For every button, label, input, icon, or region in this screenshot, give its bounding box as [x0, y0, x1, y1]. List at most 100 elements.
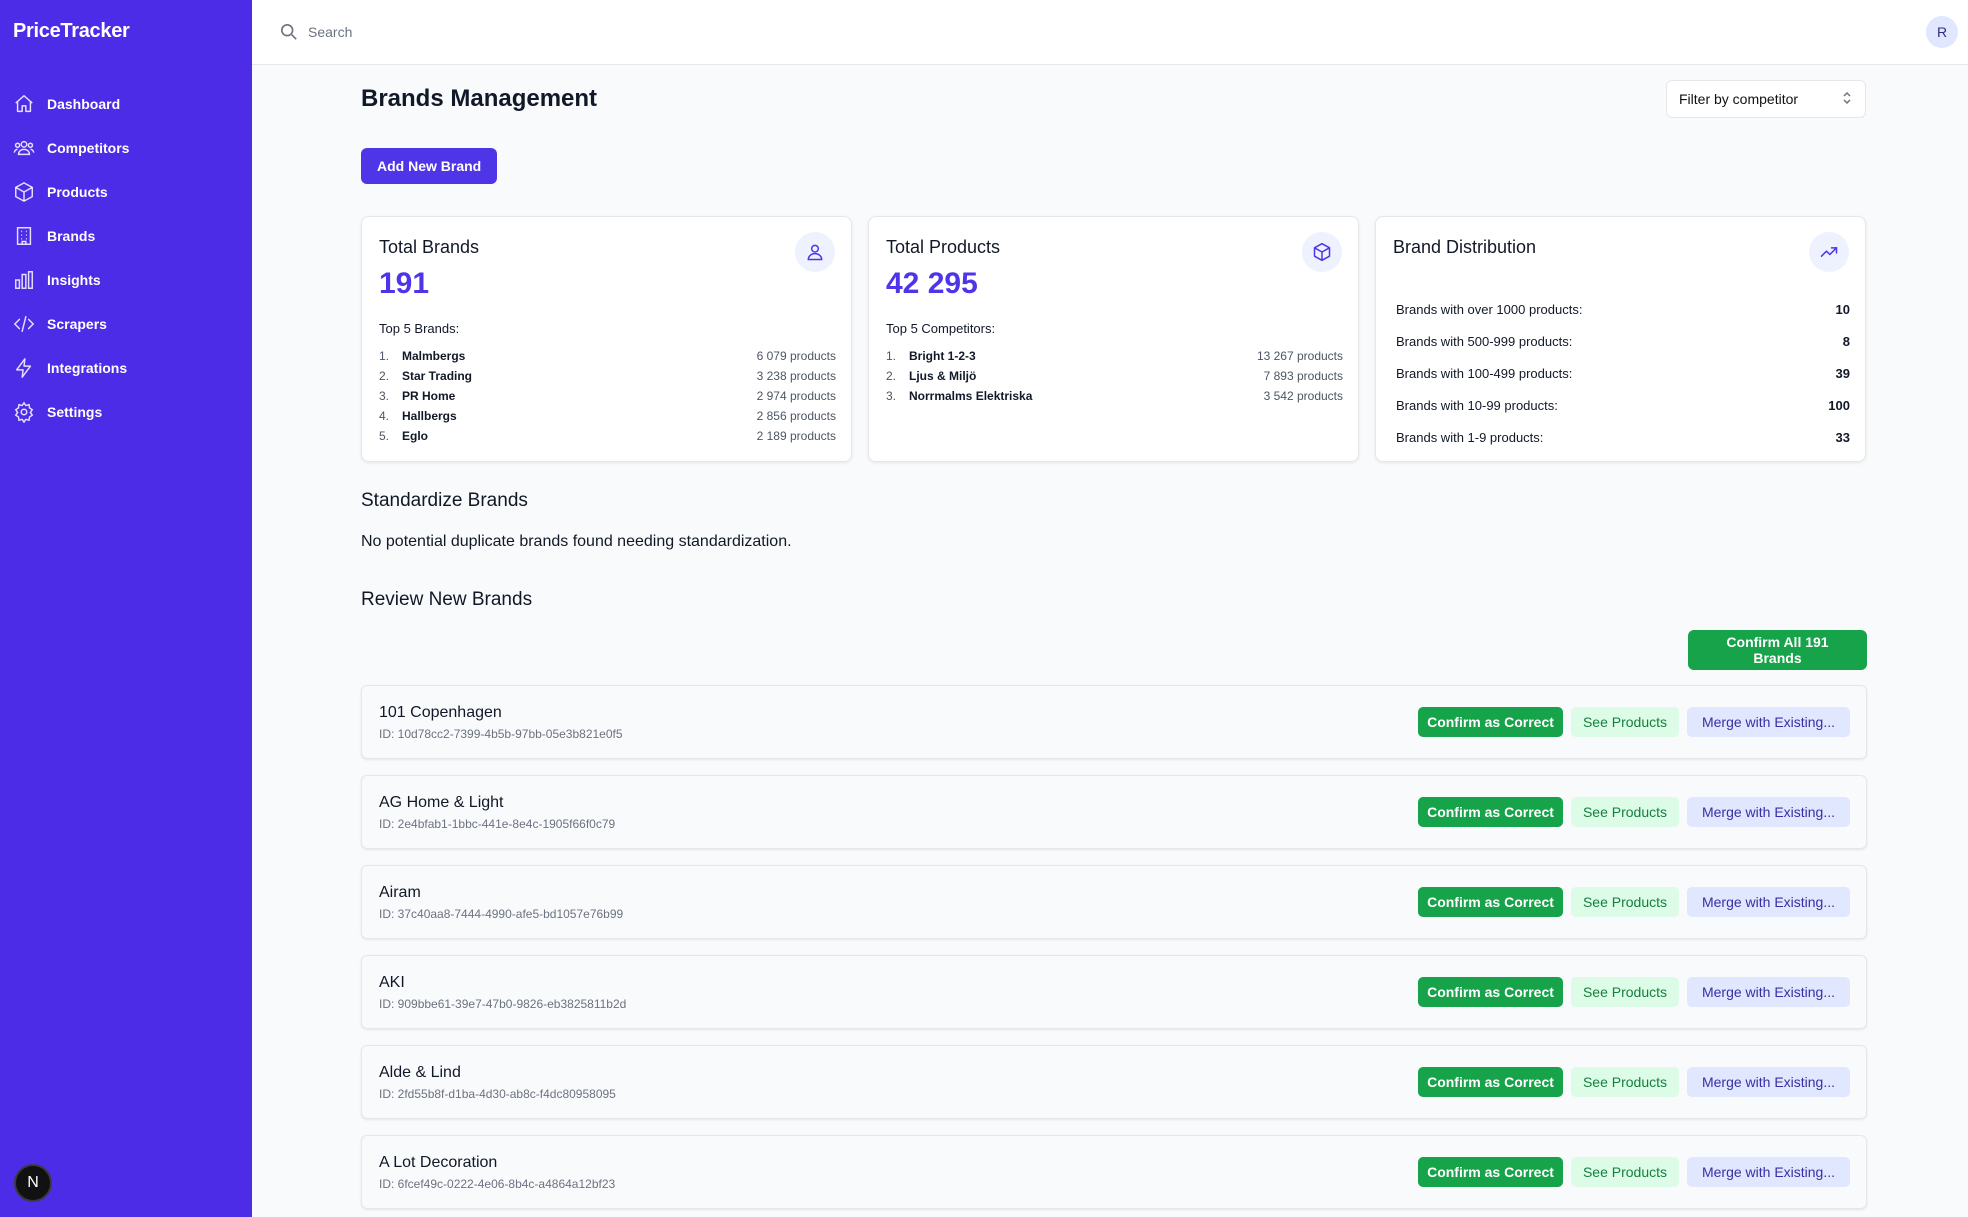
dev-tools-badge[interactable]: N	[14, 1164, 52, 1202]
brand-review-row: Alde & Lind ID: 2fd55b8f-d1ba-4d30-ab8c-…	[361, 1045, 1867, 1119]
code-icon	[13, 313, 35, 335]
card-title: Total Products	[886, 237, 1001, 257]
review-new-brands-heading: Review New Brands	[361, 589, 533, 610]
cube-icon	[1302, 232, 1342, 272]
card-subtitle: Top 5 Competitors:	[886, 321, 996, 336]
app-logo[interactable]: PriceTracker	[13, 20, 130, 43]
brand-review-row: AKI ID: 909bbe61-39e7-47b0-9826-eb382581…	[361, 955, 1867, 1029]
sidebar-item-settings[interactable]: Settings	[0, 390, 252, 434]
brand-name: 101 Copenhagen	[379, 704, 502, 721]
merge-with-existing-button[interactable]: Merge with Existing...	[1687, 1157, 1850, 1187]
card-subtitle: Top 5 Brands:	[379, 321, 460, 336]
list-item: 2. Star Trading 3 238 products	[379, 369, 836, 383]
list-item: Brands with 10-99 products: 100	[1396, 397, 1850, 413]
see-products-button[interactable]: See Products	[1571, 707, 1679, 737]
avatar[interactable]: R	[1926, 16, 1958, 48]
merge-with-existing-button[interactable]: Merge with Existing...	[1687, 977, 1850, 1007]
list-item: Brands with over 1000 products: 10	[1396, 301, 1850, 317]
user-icon	[795, 232, 835, 272]
see-products-button[interactable]: See Products	[1571, 1067, 1679, 1097]
total-brands-card: Total Brands 191 Top 5 Brands: 1. Malmber…	[361, 216, 852, 462]
brand-review-row: Airam ID: 37c40aa8-7444-4990-afe5-bd1057…	[361, 865, 1867, 939]
gear-icon	[13, 401, 35, 423]
brand-id: ID: 2e4bfab1-1bbc-441e-8e4c-1905f66f0c79	[379, 817, 616, 831]
sidebar-item-label: Integrations	[47, 360, 128, 376]
search-icon	[280, 23, 298, 41]
filter-label: Filter by competitor	[1679, 91, 1799, 107]
brand-name: Airam	[379, 884, 421, 901]
sidebar-item-dashboard[interactable]: Dashboard	[0, 82, 252, 126]
merge-with-existing-button[interactable]: Merge with Existing...	[1687, 887, 1850, 917]
list-item: 3. PR Home 2 974 products	[379, 389, 836, 403]
merge-with-existing-button[interactable]: Merge with Existing...	[1687, 797, 1850, 827]
confirm-as-correct-button[interactable]: Confirm as Correct	[1418, 887, 1563, 917]
confirm-as-correct-button[interactable]: Confirm as Correct	[1418, 1067, 1563, 1097]
brand-id: ID: 2fd55b8f-d1ba-4d30-ab8c-f4dc80958095	[379, 1087, 616, 1101]
sidebar-item-label: Scrapers	[47, 316, 107, 332]
merge-with-existing-button[interactable]: Merge with Existing...	[1687, 707, 1850, 737]
list-item: 3. Norrmalms Elektriska 3 542 products	[886, 389, 1343, 403]
list-item: Brands with 100-499 products: 39	[1396, 365, 1850, 381]
sidebar-item-label: Dashboard	[47, 96, 121, 112]
confirm-as-correct-button[interactable]: Confirm as Correct	[1418, 1157, 1563, 1187]
brand-name: A Lot Decoration	[379, 1154, 498, 1171]
see-products-button[interactable]: See Products	[1571, 887, 1679, 917]
home-icon	[13, 93, 35, 115]
see-products-button[interactable]: See Products	[1571, 797, 1679, 827]
list-item: 2. Ljus & Miljö 7 893 products	[886, 369, 1343, 383]
confirm-as-correct-button[interactable]: Confirm as Correct	[1418, 977, 1563, 1007]
topbar: R	[252, 0, 1968, 65]
confirm-as-correct-button[interactable]: Confirm as Correct	[1418, 707, 1563, 737]
trending-up-icon	[1809, 232, 1849, 272]
see-products-button[interactable]: See Products	[1571, 1157, 1679, 1187]
list-item: 1. Bright 1-2-3 13 267 products	[886, 349, 1343, 363]
sidebar-item-competitors[interactable]: Competitors	[0, 126, 252, 170]
bar-chart-icon	[13, 269, 35, 291]
distribution-list: Brands with over 1000 products: 10 Brands…	[1396, 293, 1850, 453]
sidebar-item-label: Competitors	[47, 140, 130, 156]
sidebar-item-integrations[interactable]: Integrations	[0, 346, 252, 390]
list-item: 4. Hallbergs 2 856 products	[379, 409, 836, 423]
list-item: Brands with 1-9 products: 33	[1396, 429, 1850, 445]
list-item: Brands with 500-999 products: 8	[1396, 333, 1850, 349]
search-input[interactable]	[308, 18, 908, 46]
add-new-brand-button[interactable]: Add New Brand	[361, 148, 498, 184]
standardize-message: No potential duplicate brands found need…	[361, 533, 792, 550]
standardize-brands-heading: Standardize Brands	[361, 490, 528, 511]
brand-review-row: 101 Copenhagen ID: 10d78cc2-7399-4b5b-97…	[361, 685, 1867, 759]
card-title: Total Brands	[379, 237, 480, 257]
brand-id: ID: 909bbe61-39e7-47b0-9826-eb3825811b2d	[379, 997, 627, 1011]
confirm-as-correct-button[interactable]: Confirm as Correct	[1418, 797, 1563, 827]
card-title: Brand Distribution	[1393, 237, 1537, 257]
brand-name: AKI	[379, 974, 405, 991]
confirm-all-brands-button[interactable]: Confirm All 191 Brands	[1688, 630, 1867, 670]
brand-review-row: A Lot Decoration ID: 6fcef49c-0222-4e06-…	[361, 1135, 1867, 1209]
top-brands-list: 1. Malmbergs 6 079 products 2. Star Trading…	[379, 346, 836, 446]
total-products-value: 42 295	[886, 267, 978, 300]
brand-id: ID: 6fcef49c-0222-4e06-8b4c-a4864a12bf23	[379, 1177, 616, 1191]
sidebar-item-label: Brands	[47, 228, 96, 244]
sidebar-item-brands[interactable]: Brands	[0, 214, 252, 258]
see-products-button[interactable]: See Products	[1571, 977, 1679, 1007]
box-icon	[13, 181, 35, 203]
brand-id: ID: 37c40aa8-7444-4990-afe5-bd1057e76b99	[379, 907, 624, 921]
list-item: 1. Malmbergs 6 079 products	[379, 349, 836, 363]
list-item: 5. Eglo 2 189 products	[379, 429, 836, 443]
sidebar-item-products[interactable]: Products	[0, 170, 252, 214]
sidebar-item-label: Products	[47, 184, 108, 200]
merge-with-existing-button[interactable]: Merge with Existing...	[1687, 1067, 1850, 1097]
sidebar-item-scrapers[interactable]: Scrapers	[0, 302, 252, 346]
top-competitors-list: 1. Bright 1-2-3 13 267 products 2. Ljus & M…	[886, 346, 1343, 406]
sidebar-nav: Dashboard Competitors Products Brands In…	[0, 82, 252, 434]
brand-name: AG Home & Light	[379, 794, 504, 811]
users-icon	[13, 137, 35, 159]
sidebar: PriceTracker Dashboard Competitors Produ…	[0, 0, 252, 1217]
brand-review-row: AG Home & Light ID: 2e4bfab1-1bbc-441e-8…	[361, 775, 1867, 849]
chevron-up-down-icon	[1841, 91, 1853, 108]
sidebar-item-label: Settings	[47, 404, 103, 420]
brand-id: ID: 10d78cc2-7399-4b5b-97bb-05e3b821e0f5	[379, 727, 623, 741]
sidebar-item-insights[interactable]: Insights	[0, 258, 252, 302]
brand-name: Alde & Lind	[379, 1064, 461, 1081]
building-icon	[13, 225, 35, 247]
competitor-filter-select[interactable]: Filter by competitor	[1666, 80, 1866, 118]
